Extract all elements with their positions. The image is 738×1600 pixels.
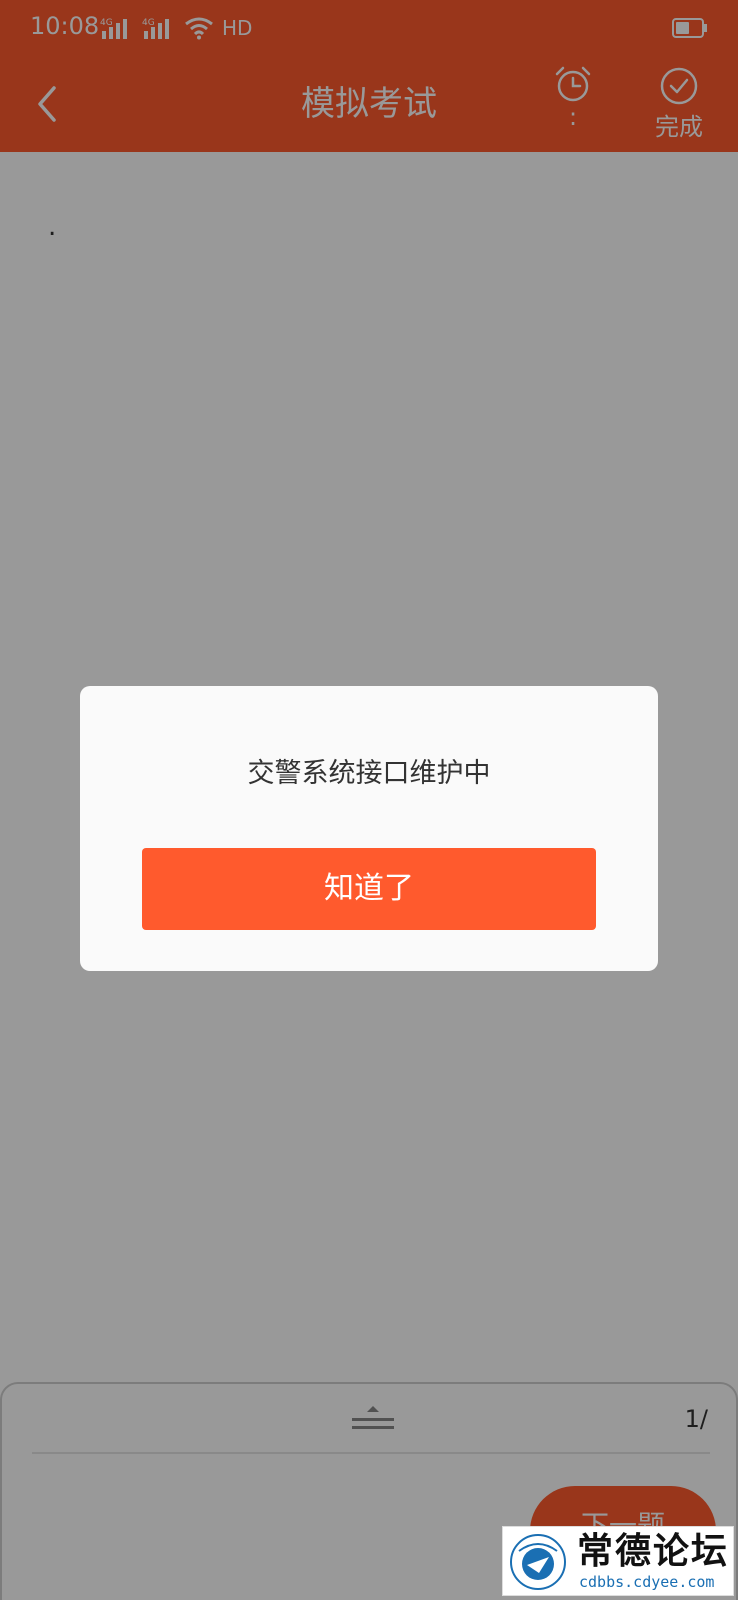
acknowledge-button[interactable]: 知道了 — [142, 848, 596, 930]
forum-logo-icon — [510, 1534, 566, 1590]
dialog-message: 交警系统接口维护中 — [247, 758, 491, 789]
watermark-url: cdbbs.cdyee.com — [579, 1573, 715, 1591]
alert-dialog: 交警系统接口维护中 知道了 — [80, 686, 658, 971]
forum-watermark: 常德论坛 cdbbs.cdyee.com — [502, 1526, 734, 1596]
watermark-title: 常德论坛 — [577, 1530, 730, 1572]
app-screen: 10:08 4G 4G HD 模拟考试: 完成 . 1/ 交警系统接口维护中 … — [0, 0, 738, 1600]
